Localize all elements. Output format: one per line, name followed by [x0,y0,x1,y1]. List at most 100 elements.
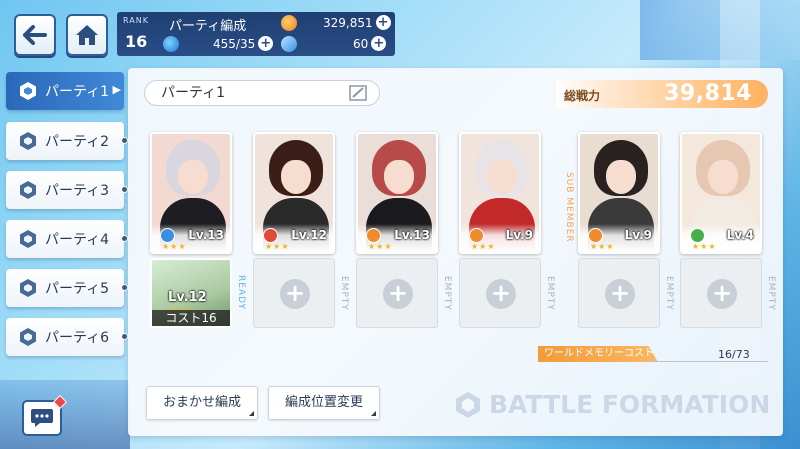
auto-formation-button[interactable]: おまかせ編成 [146,386,258,420]
rarity-stars: ★★★ [590,242,615,251]
member-slot-4: Lv.9 ★★★ + EMPTY [459,132,555,340]
add-stamina-button[interactable]: + [258,36,274,51]
chat-icon [31,409,53,427]
party-tab-5[interactable]: パーティ5 [6,269,128,307]
attribute-icon [469,228,484,243]
tab-dot [121,333,128,340]
add-sub-member-icon: + [383,279,413,309]
character-level: Lv.9 [624,228,652,242]
character-level: Lv.12 [291,228,327,242]
formation-emblem-icon [456,392,480,418]
rarity-stars: ★★★ [265,242,290,251]
member-slot-5: Lv.9 ★★★ + EMPTY [578,132,674,340]
character-level: Lv.13 [394,228,430,242]
party-tab-6[interactable]: パーティ6 [6,318,128,356]
edit-icon[interactable] [349,85,367,101]
rank-label: RANK [123,16,149,25]
card-info: Lv.9 ★★★ [580,224,658,252]
battle-formation-logo: BATTLE FORMATION [453,388,773,428]
brand-text: BATTLE FORMATION [489,390,771,419]
chevron-right-icon: ▶ [112,83,121,96]
character-level: Lv.13 [188,228,224,242]
sub-member-card[interactable]: Lv.12★★★★コスト16 [150,258,232,328]
cost-gauge-line [648,361,768,362]
party-tab-label: パーティ3 [45,183,110,199]
home-icon [76,25,98,45]
party-name: パーティ1 [161,85,226,101]
party-tab-3[interactable]: パーティ3 [6,171,128,209]
slot-status-label: EMPTY [664,275,674,311]
swap-position-button[interactable]: 編成位置変更 [268,386,380,420]
add-sub-member-icon: + [707,279,737,309]
sub-member-label: SUB MEMBER [564,172,574,243]
character-card[interactable]: Lv.12 ★★★ [253,132,335,254]
cost-value: 16/73 [718,348,750,361]
tab-dot [121,284,128,291]
character-card[interactable]: Lv.13 ★★★ [356,132,438,254]
character-card[interactable]: Lv.13 ★★★ [150,132,232,254]
card-info: Lv.13 ★★★ [152,224,230,252]
rarity-stars: ★★★ [162,242,187,251]
empty-sub-slot[interactable]: + [459,258,541,328]
party-tab-label: パーティ6 [45,330,110,346]
attribute-icon [690,228,705,243]
card-info: Lv.4 ★★★ [682,224,760,252]
slot-status-label: EMPTY [339,275,349,311]
home-button[interactable] [66,14,108,56]
tab-dot [121,235,128,242]
coins-stat: 329,851 + [323,15,391,30]
party-tab-1[interactable]: パーティ1 ▶ [6,72,124,110]
power-label: 総戦力 [564,89,601,103]
member-slot-2: Lv.12 ★★★ + EMPTY [253,132,349,340]
character-card[interactable]: Lv.9 ★★★ [578,132,660,254]
back-button[interactable] [14,14,56,56]
member-slot-3: Lv.13 ★★★ + EMPTY [356,132,452,340]
character-level: Lv.4 [726,228,754,242]
empty-sub-slot[interactable]: + [578,258,660,328]
notification-badge [52,394,68,410]
rarity-stars: ★★★ [471,242,496,251]
party-emblem-icon [20,132,36,150]
rarity-stars: ★★★ [692,242,717,251]
slot-status-label: EMPTY [442,275,452,311]
add-sub-member-icon: + [486,279,516,309]
add-coins-button[interactable]: + [375,15,391,30]
party-emblem-icon [20,82,36,100]
card-info: Lv.13 ★★★ [358,224,436,252]
status-panel: RANK 16 パーティ編成 329,851 + 455/35 + 60 + [117,12,395,56]
slot-status-label: EMPTY [545,275,555,311]
character-card[interactable]: Lv.9 ★★★ [459,132,541,254]
slot-status-label: READY [236,275,246,311]
party-name-field[interactable]: パーティ1 [144,80,380,106]
rank-value: 16 [125,32,148,51]
page-title: パーティ編成 [169,19,247,34]
card-info: Lv.12 ★★★ [255,224,333,252]
tab-dot [121,137,128,144]
cost-label: ワールドメモリーコスト [538,346,658,362]
gem-icon [281,36,297,52]
party-emblem-icon [20,181,36,199]
party-tab-4[interactable]: パーティ4 [6,220,128,258]
card-info: Lv.9 ★★★ [461,224,539,252]
party-tab-2[interactable]: パーティ2 [6,122,128,160]
attribute-icon [366,228,381,243]
total-power-bar: 総戦力 39,814 [556,80,768,108]
attribute-icon [588,228,603,243]
add-sub-member-icon: + [280,279,310,309]
slot-status-label: EMPTY [766,275,776,311]
chat-button[interactable] [22,394,68,436]
stamina-icon [163,36,179,52]
empty-sub-slot[interactable]: + [253,258,335,328]
party-emblem-icon [20,230,36,248]
rarity-stars: ★★★ [368,242,393,251]
empty-sub-slot[interactable]: + [356,258,438,328]
character-level: Lv.9 [505,228,533,242]
add-gems-button[interactable]: + [371,36,387,51]
stamina-value: 455/35 [213,36,256,51]
arrow-left-icon [23,25,47,45]
empty-sub-slot[interactable]: + [680,258,762,328]
character-card[interactable]: Lv.4 ★★★ [680,132,762,254]
sub-cost: コスト16 [152,310,230,326]
member-slot-6: Lv.4 ★★★ + EMPTY [680,132,776,340]
attribute-icon [263,228,278,243]
